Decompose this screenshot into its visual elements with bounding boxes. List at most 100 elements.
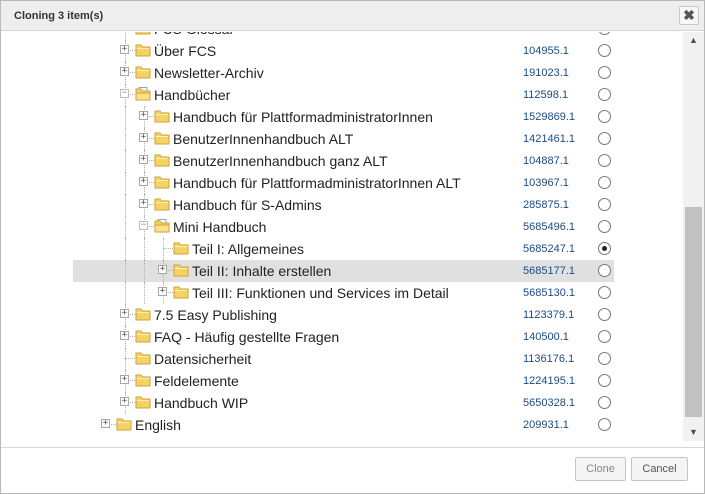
tree-item-label[interactable]: Newsletter-Archiv bbox=[154, 65, 264, 81]
radio-icon[interactable] bbox=[598, 110, 611, 123]
tree-row[interactable]: + Handbuch für S-Admins 285875.1 bbox=[73, 194, 614, 216]
expander-icon[interactable]: − bbox=[139, 221, 148, 230]
tree-row[interactable]: + Handbuch WIP 5650328.1 bbox=[73, 392, 614, 414]
dialog-titlebar: Cloning 3 item(s) ✖ bbox=[1, 1, 704, 31]
tree-item-label[interactable]: BenutzerInnenhandbuch ganz ALT bbox=[173, 153, 388, 169]
tree-row[interactable]: Datensicherheit 1136176.1 bbox=[73, 348, 614, 370]
tree-item-label[interactable]: FCS Glossar bbox=[154, 32, 234, 37]
expander-icon[interactable]: + bbox=[139, 133, 148, 142]
tree-row[interactable]: + Handbuch für PlattformadministratorInne… bbox=[73, 172, 614, 194]
tree-guide-line bbox=[125, 348, 126, 370]
tree-row[interactable]: + BenutzerInnenhandbuch ALT 1421461.1 bbox=[73, 128, 614, 150]
tree-row[interactable]: + Über FCS 104955.1 bbox=[73, 40, 614, 62]
tree-row[interactable]: + Newsletter-Archiv 191023.1 bbox=[73, 62, 614, 84]
radio-icon[interactable] bbox=[598, 418, 611, 431]
folder-icon bbox=[135, 395, 151, 409]
tree-item-ref-id: 191023.1 bbox=[523, 67, 569, 79]
scroll-up-arrow-icon[interactable]: ▲ bbox=[683, 32, 704, 49]
tree-item-label[interactable]: BenutzerInnenhandbuch ALT bbox=[173, 131, 353, 147]
radio-icon[interactable] bbox=[598, 308, 611, 321]
tree-row[interactable]: Teil I: Allgemeines 5685247.1 bbox=[73, 238, 614, 260]
radio-icon[interactable] bbox=[598, 264, 611, 277]
close-button[interactable]: ✖ bbox=[679, 6, 699, 25]
tree-item-label[interactable]: Feldelemente bbox=[154, 373, 239, 389]
radio-icon[interactable] bbox=[598, 352, 611, 365]
tree-item-label[interactable]: English bbox=[135, 417, 181, 433]
radio-icon[interactable] bbox=[598, 374, 611, 387]
tree-row[interactable]: + Teil III: Funktionen und Services im De… bbox=[73, 282, 614, 304]
tree-item-label[interactable]: Datensicherheit bbox=[154, 351, 251, 367]
tree-item-ref-id: 5685247.1 bbox=[523, 243, 575, 255]
radio-icon[interactable] bbox=[598, 396, 611, 409]
tree-item-label[interactable]: Handbuch für PlattformadministratorInnen bbox=[173, 109, 433, 125]
expander-icon[interactable]: + bbox=[139, 111, 148, 120]
folder-icon bbox=[154, 197, 170, 211]
expander-icon[interactable]: + bbox=[158, 265, 167, 274]
tree-item-label[interactable]: Handbuch WIP bbox=[154, 395, 248, 411]
folder-icon bbox=[173, 263, 189, 277]
radio-icon[interactable] bbox=[598, 286, 611, 299]
tree-item-label[interactable]: Handbuch für PlattformadministratorInnen… bbox=[173, 175, 461, 191]
expander-icon[interactable]: + bbox=[139, 177, 148, 186]
radio-icon[interactable] bbox=[598, 88, 611, 101]
tree-connector-line bbox=[163, 248, 173, 249]
expander-icon[interactable]: + bbox=[120, 309, 129, 318]
tree-row[interactable]: + Teil II: Inhalte erstellen 5685177.1 bbox=[73, 260, 614, 282]
expander-icon[interactable]: + bbox=[120, 67, 129, 76]
radio-icon[interactable] bbox=[598, 132, 611, 145]
tree-item-ref-id: 104955.1 bbox=[523, 45, 569, 57]
tree-row[interactable]: + Handbuch für PlattformadministratorInne… bbox=[73, 106, 614, 128]
dialog-footer: Clone Cancel bbox=[1, 447, 704, 493]
tree-row[interactable]: − Handbücher 112598.1 bbox=[73, 84, 614, 106]
folder-icon bbox=[154, 131, 170, 145]
tree-row[interactable]: + BenutzerInnenhandbuch ganz ALT 104887.1 bbox=[73, 150, 614, 172]
expander-icon[interactable]: + bbox=[139, 155, 148, 164]
radio-icon[interactable] bbox=[598, 198, 611, 211]
expander-icon[interactable]: + bbox=[101, 419, 110, 428]
tree-item-label[interactable]: Über FCS bbox=[154, 43, 216, 59]
tree-item-label[interactable]: 7.5 Easy Publishing bbox=[154, 307, 277, 323]
tree-row[interactable]: + English 209931.1 bbox=[73, 414, 614, 436]
radio-icon[interactable] bbox=[598, 176, 611, 189]
expander-icon[interactable]: + bbox=[120, 331, 129, 340]
tree-scrollbar[interactable]: ▲ ▼ bbox=[683, 32, 704, 441]
tree-item-label[interactable]: Teil III: Funktionen und Services im Det… bbox=[192, 285, 449, 301]
expander-icon[interactable]: + bbox=[139, 199, 148, 208]
expander-icon[interactable]: + bbox=[120, 397, 129, 406]
tree-guide-line bbox=[125, 238, 126, 260]
expander-icon[interactable]: + bbox=[120, 375, 129, 384]
radio-icon[interactable] bbox=[598, 32, 611, 35]
tree-row[interactable]: + FAQ - Häufig gestellte Fragen 140500.1 bbox=[73, 326, 614, 348]
scroll-thumb[interactable] bbox=[685, 207, 702, 417]
folder-icon bbox=[116, 417, 132, 431]
radio-icon[interactable] bbox=[598, 66, 611, 79]
tree-row[interactable]: + Feldelemente 1224195.1 bbox=[73, 370, 614, 392]
cancel-button[interactable]: Cancel bbox=[631, 457, 688, 481]
tree-item-label[interactable]: Teil II: Inhalte erstellen bbox=[192, 263, 331, 279]
tree-row[interactable]: +FCS Glossar203001.1 bbox=[73, 32, 614, 40]
radio-icon[interactable] bbox=[598, 242, 611, 255]
radio-icon[interactable] bbox=[598, 154, 611, 167]
tree-item-ref-id: 203001.1 bbox=[523, 32, 569, 35]
folder-icon bbox=[135, 329, 151, 343]
expander-icon[interactable]: − bbox=[120, 89, 129, 98]
clone-button[interactable]: Clone bbox=[575, 457, 626, 481]
expander-icon[interactable]: + bbox=[120, 45, 129, 54]
tree-item-ref-id: 1136176.1 bbox=[523, 353, 575, 365]
radio-icon[interactable] bbox=[598, 220, 611, 233]
radio-icon[interactable] bbox=[598, 44, 611, 57]
tree-item-label[interactable]: Teil I: Allgemeines bbox=[192, 241, 304, 257]
tree-row[interactable]: +7.5 Easy Publishing 1123379.1 bbox=[73, 304, 614, 326]
tree-guide-line bbox=[144, 238, 145, 260]
tree-row[interactable]: − Mini Handbuch 5685496.1 bbox=[73, 216, 614, 238]
tree-item-label[interactable]: Handbuch für S-Admins bbox=[173, 197, 322, 213]
tree-item-ref-id: 103967.1 bbox=[523, 177, 569, 189]
radio-icon[interactable] bbox=[598, 330, 611, 343]
scroll-down-arrow-icon[interactable]: ▼ bbox=[683, 424, 704, 441]
folder-icon bbox=[135, 65, 151, 79]
tree-item-label[interactable]: Mini Handbuch bbox=[173, 219, 266, 235]
tree-item-label[interactable]: FAQ - Häufig gestellte Fragen bbox=[154, 329, 339, 345]
tree-item-label[interactable]: Handbücher bbox=[154, 87, 230, 103]
expander-icon[interactable]: + bbox=[158, 287, 167, 296]
tree-item-ref-id: 5650328.1 bbox=[523, 397, 575, 409]
